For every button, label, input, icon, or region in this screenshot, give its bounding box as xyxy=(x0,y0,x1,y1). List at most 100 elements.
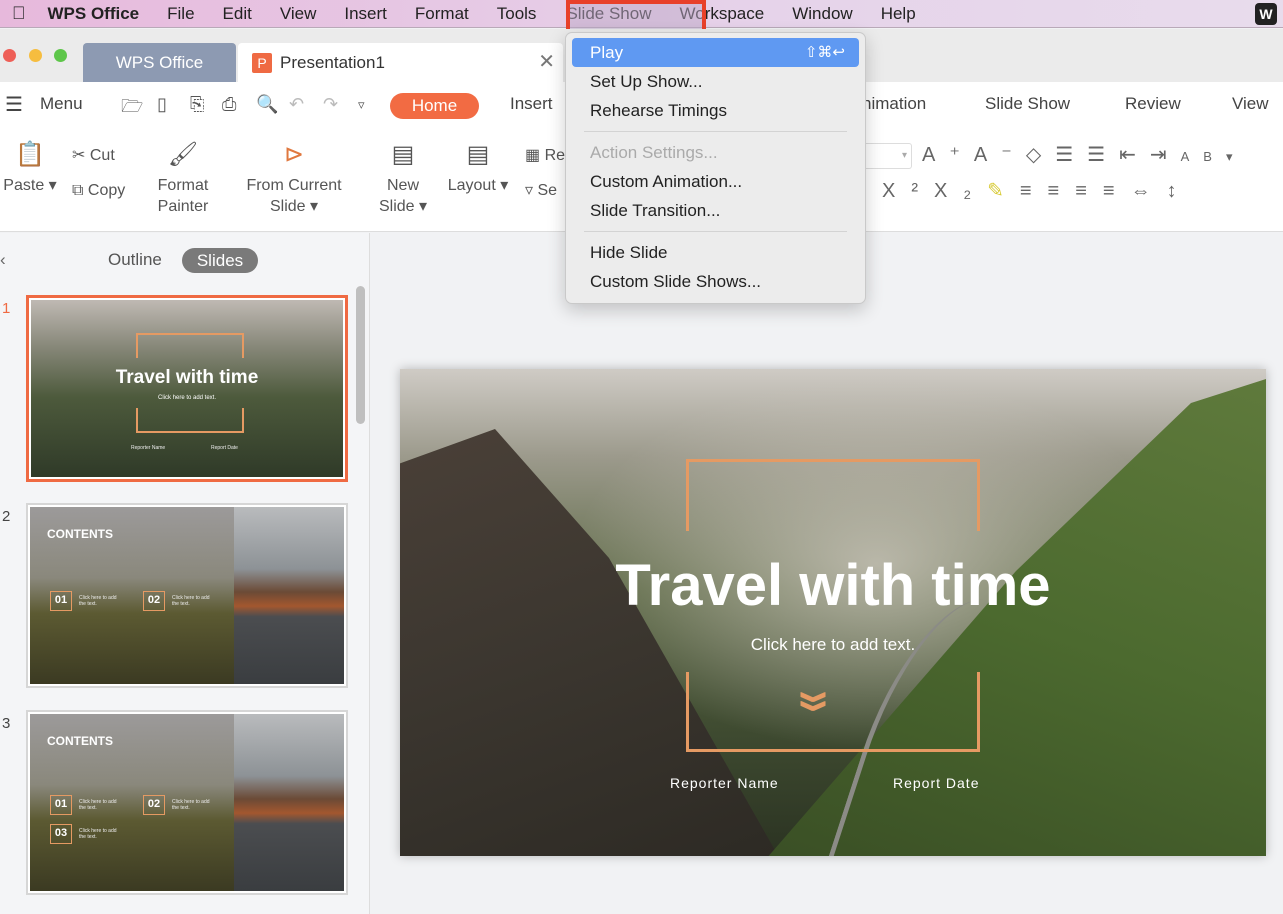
copy-button[interactable]: ⧉ Copy xyxy=(72,180,125,201)
copy-icon: ⧉ xyxy=(72,182,84,199)
slide-subtitle[interactable]: Click here to add text. xyxy=(400,635,1266,655)
brush-icon: 🖌 xyxy=(167,141,199,168)
tab-slide-show[interactable]: Slide Show xyxy=(985,94,1070,114)
section-button[interactable]: ▿ Se xyxy=(525,180,557,201)
maximize-window-icon[interactable] xyxy=(54,49,67,62)
collapse-panel-icon[interactable]: ‹ xyxy=(0,250,6,270)
print-icon[interactable]: ⎙ xyxy=(222,94,236,115)
menu-item-rehearse-timings[interactable]: Rehearse Timings xyxy=(572,96,859,125)
text-direction-icon[interactable]: AB▾ xyxy=(1181,149,1247,164)
tab-slides[interactable]: Slides xyxy=(182,248,258,273)
export-icon[interactable]: ⎘ xyxy=(190,94,204,115)
tab-review[interactable]: Review xyxy=(1125,94,1181,114)
cut-button[interactable]: ✂ Cut xyxy=(72,145,115,166)
more-icon[interactable]: ▿ xyxy=(358,97,365,113)
tab-home[interactable]: Home xyxy=(390,93,479,119)
align-center-icon[interactable]: ≡ xyxy=(1048,180,1076,202)
superscript-icon[interactable]: X² xyxy=(882,180,934,202)
distribute-icon[interactable]: ⇔ xyxy=(1131,180,1167,202)
play-shortcut: ⇧⌘↩ xyxy=(804,44,845,61)
menu-app[interactable]: WPS Office xyxy=(48,4,140,24)
thumb-frame-bottom xyxy=(136,408,244,433)
redo-icon[interactable]: ↷ xyxy=(323,94,338,115)
wps-tray-icon[interactable]: W xyxy=(1255,3,1277,25)
decrease-indent-icon[interactable]: ⇤ xyxy=(1119,144,1150,166)
tab-insert[interactable]: Insert xyxy=(510,94,553,114)
slide-title[interactable]: Travel with time xyxy=(400,552,1266,619)
slide-canvas[interactable]: Travel with time Click here to add text.… xyxy=(400,369,1266,856)
menu-item-custom-animation[interactable]: Custom Animation... xyxy=(572,167,859,196)
panel-scrollbar[interactable] xyxy=(356,286,365,424)
close-tab-icon[interactable]: ✕ xyxy=(538,43,555,82)
slide-thumbnail-2[interactable]: CONTENTS 01 Click here to add the text. … xyxy=(26,503,348,688)
title-frame-top xyxy=(686,459,980,531)
reset-label: Re xyxy=(544,147,566,164)
new-slide-button[interactable]: ▤ New Slide ▾ xyxy=(375,140,431,217)
hamburger-icon[interactable]: ☰ xyxy=(5,92,23,117)
menu-view[interactable]: View xyxy=(280,4,317,24)
eraser-icon[interactable]: ◇ xyxy=(1026,144,1055,166)
apple-icon[interactable]:  xyxy=(12,3,26,24)
open-icon[interactable]: 🗁 xyxy=(121,94,143,124)
format-painter-label-2: Painter xyxy=(157,198,209,215)
menu-button[interactable]: Menu xyxy=(40,94,83,114)
from-current-label-2: Slide xyxy=(269,198,306,215)
thumb-item-num: 02 xyxy=(143,591,165,611)
numbering-icon[interactable]: ☰ xyxy=(1087,144,1119,166)
tab-outline[interactable]: Outline xyxy=(108,250,162,270)
slide-thumbnail-1[interactable]: Travel with time Click here to add text.… xyxy=(26,295,348,482)
align-right-icon[interactable]: ≡ xyxy=(1075,180,1103,202)
menu-item-play[interactable]: Play ⇧⌘↩ xyxy=(572,38,859,67)
from-current-label-1: From Current xyxy=(246,177,342,194)
from-current-slide-button[interactable]: ⊳ From Current Slide ▾ xyxy=(240,140,348,217)
new-slide-label-1: New xyxy=(386,177,419,194)
slide-number: 3 xyxy=(2,715,11,732)
menu-tools[interactable]: Tools xyxy=(497,4,537,24)
format-painter-button[interactable]: 🖌 Format Painter xyxy=(150,140,216,217)
tab-wps-office[interactable]: WPS Office xyxy=(83,43,236,82)
line-spacing-icon[interactable]: ↕ xyxy=(1167,180,1193,202)
menu-file[interactable]: File xyxy=(167,4,194,24)
decrease-font-icon[interactable]: A⁻ xyxy=(974,144,1026,166)
reporter-name[interactable]: Reporter Name xyxy=(670,775,779,791)
increase-font-icon[interactable]: A⁺ xyxy=(922,144,974,166)
thumb-reporter: Reporter Name xyxy=(131,445,166,451)
menu-insert[interactable]: Insert xyxy=(344,4,387,24)
thumb-title: CONTENTS xyxy=(47,734,113,748)
save-icon[interactable]: ▯ xyxy=(157,94,167,115)
font-size-dropdown[interactable]: ▾ xyxy=(866,143,912,169)
menu-item-set-up-show[interactable]: Set Up Show... xyxy=(572,67,859,96)
minimize-window-icon[interactable] xyxy=(29,49,42,62)
menu-item-action-settings: Action Settings... xyxy=(590,143,718,162)
reset-button[interactable]: ▦ Re xyxy=(525,145,565,166)
subscript-icon[interactable]: X₂ xyxy=(934,180,987,202)
menu-item-custom-slide-shows[interactable]: Custom Slide Shows... xyxy=(572,267,859,296)
slide-thumbnail-3[interactable]: CONTENTS 01 Click here to add the text. … xyxy=(26,710,348,895)
double-chevron-down-icon: » xyxy=(781,690,853,713)
bullets-icon[interactable]: ☰ xyxy=(1055,144,1087,166)
increase-indent-icon[interactable]: ⇥ xyxy=(1150,144,1181,166)
tab-animation[interactable]: nimation xyxy=(862,94,926,114)
tab-presentation1[interactable]: P Presentation1 ✕ xyxy=(238,43,563,82)
print-preview-icon[interactable]: 🔍 xyxy=(256,94,278,115)
highlight-icon[interactable]: ✎ xyxy=(987,180,1020,202)
close-window-icon[interactable] xyxy=(3,49,16,62)
font-format-row2: X²X₂✎≡≡≡≡⇔↕ xyxy=(882,178,1193,203)
layout-button[interactable]: ▤ Layout ▾ xyxy=(445,140,511,196)
menu-format[interactable]: Format xyxy=(415,4,469,24)
menu-window[interactable]: Window xyxy=(792,4,852,24)
tab-view[interactable]: View xyxy=(1232,94,1269,114)
scissors-icon: ✂ xyxy=(72,147,86,164)
paste-label: Paste xyxy=(3,177,45,194)
menu-edit[interactable]: Edit xyxy=(223,4,252,24)
road-photo xyxy=(234,714,344,891)
justify-icon[interactable]: ≡ xyxy=(1103,180,1131,202)
undo-icon[interactable]: ↶ xyxy=(289,94,304,115)
align-left-icon[interactable]: ≡ xyxy=(1020,180,1048,202)
menu-help[interactable]: Help xyxy=(881,4,916,24)
paste-button[interactable]: 📋 Paste ▾ xyxy=(0,140,60,196)
layout-icon: ▤ xyxy=(466,141,490,168)
menu-item-slide-transition[interactable]: Slide Transition... xyxy=(572,196,859,225)
report-date[interactable]: Report Date xyxy=(893,775,979,791)
menu-item-hide-slide[interactable]: Hide Slide xyxy=(572,238,859,267)
